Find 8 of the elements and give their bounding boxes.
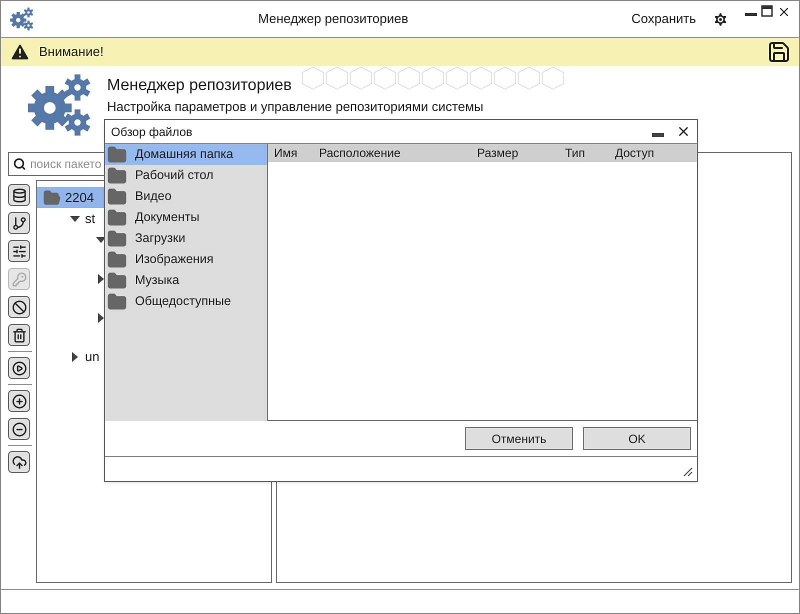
tree-label: 2204 [65, 188, 94, 207]
tree-label: st [85, 210, 96, 228]
tree-label: un [85, 348, 100, 366]
warning-text: Внимание! [39, 43, 105, 62]
window-title: Менеджер репозиториев [257, 10, 410, 28]
header-title: Менеджер репозиториев [107, 76, 292, 96]
dialog-title: Обзор файлов [111, 124, 194, 140]
header-subtitle: Настройка параметров и управление репозиториями системы [107, 100, 484, 113]
